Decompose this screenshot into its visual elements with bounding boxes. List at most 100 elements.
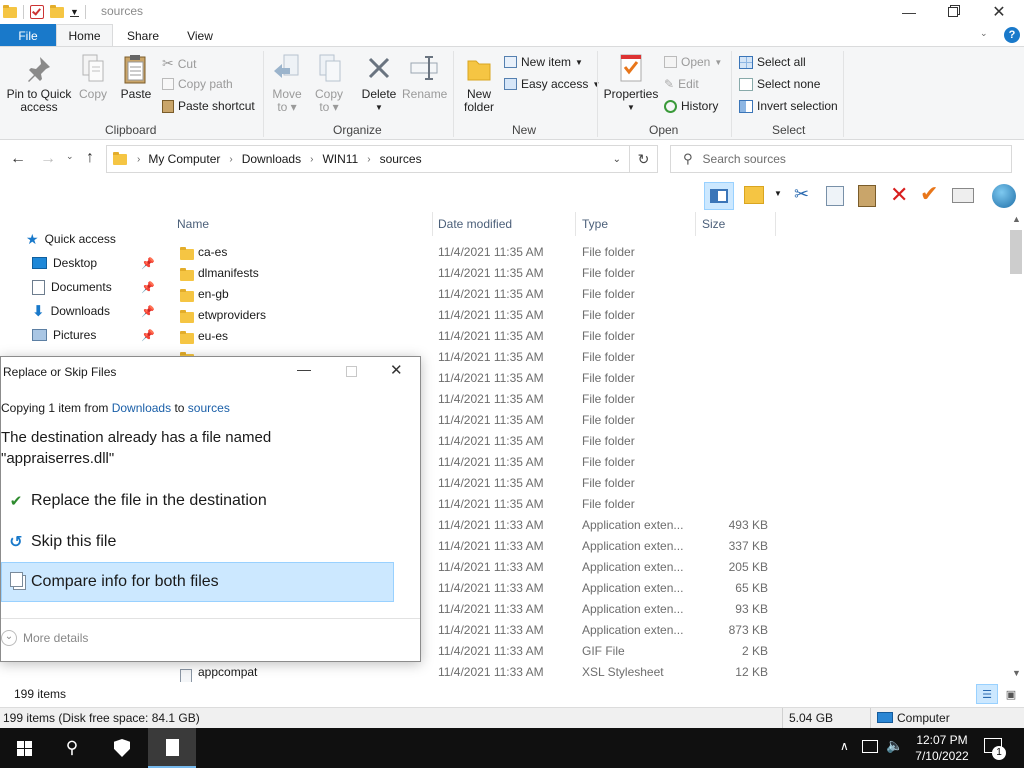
clock[interactable]: 12:07 PM 7/10/2022 <box>910 732 974 764</box>
nav-quick-access[interactable]: ★ Quick access <box>0 228 160 250</box>
table-row[interactable]: en-gb 11/4/2021 11:35 AM File folder <box>160 284 1008 305</box>
tab-file[interactable]: File <box>0 24 56 47</box>
paste-toolbar-icon[interactable] <box>858 185 876 207</box>
pin-icon[interactable]: 📌 <box>141 281 155 294</box>
breadcrumb-my-computer[interactable]: My Computer <box>148 152 220 166</box>
dialog-close-button[interactable]: ✕ <box>390 361 403 379</box>
destination-link[interactable]: sources <box>188 401 230 415</box>
cut-scissors-icon[interactable]: ✂ <box>794 184 809 205</box>
dialog-minimize-button[interactable]: — <box>297 361 311 377</box>
tab-share[interactable]: Share <box>114 24 172 47</box>
recent-locations-icon[interactable]: ⌄ <box>66 151 74 162</box>
nav-item-desktop[interactable]: Desktop 📌 <box>0 252 160 274</box>
checkmark-icon[interactable]: ✔ <box>920 181 938 207</box>
delete-button[interactable]: Delete ▼ <box>358 53 400 114</box>
open-button[interactable]: Open ▼ <box>664 55 722 69</box>
skip-option[interactable]: ↺ Skip this file <box>1 522 394 562</box>
type-cell: Application exten... <box>582 602 684 616</box>
refresh-icon[interactable]: ↻ <box>630 145 658 173</box>
delete-red-x-icon[interactable]: ✕ <box>890 182 908 208</box>
new-item-button[interactable]: New item ▼ <box>504 55 583 69</box>
column-header-type[interactable]: Type <box>576 212 696 236</box>
column-header-name[interactable]: Name <box>171 212 433 236</box>
copy-path-label: Copy path <box>178 77 233 91</box>
table-row[interactable]: appcompat 11/4/2021 11:33 AM XSL Styleshee… <box>160 662 1008 682</box>
forward-arrow-icon[interactable]: → <box>40 150 56 168</box>
nav-item-documents[interactable]: Documents 📌 <box>0 276 160 298</box>
tab-view[interactable]: View <box>172 24 228 47</box>
address-dropdown-icon[interactable]: ⌄ <box>613 154 621 165</box>
volume-icon[interactable]: 🔈 <box>886 737 903 754</box>
paste-label: Paste <box>120 87 152 101</box>
maximize-button[interactable] <box>930 0 976 24</box>
close-button[interactable]: ✕ <box>976 0 1022 24</box>
column-header-date[interactable]: Date modified <box>432 212 576 236</box>
scroll-thumb[interactable] <box>1010 230 1022 274</box>
defender-shield-icon[interactable] <box>98 728 146 768</box>
easy-access-button[interactable]: Easy access▼ <box>504 77 600 91</box>
minimize-button[interactable]: — <box>886 0 932 24</box>
scroll-up-icon[interactable]: ▲ <box>1012 214 1021 224</box>
details-view-button[interactable]: ☰ <box>976 684 998 704</box>
pin-icon[interactable]: 📌 <box>141 305 155 318</box>
properties-check-icon[interactable] <box>30 5 44 19</box>
breadcrumb-win11[interactable]: WIN11 <box>322 152 358 166</box>
pin-icon[interactable]: 📌 <box>141 329 155 342</box>
table-row[interactable]: eu-es 11/4/2021 11:35 AM File folder <box>160 326 1008 347</box>
table-row[interactable]: ca-es 11/4/2021 11:35 AM File folder <box>160 242 1008 263</box>
globe-icon[interactable] <box>992 184 1016 208</box>
large-icons-view-button[interactable]: ▣ <box>1002 685 1020 703</box>
expand-ribbon-icon[interactable]: ⌄ <box>980 28 988 39</box>
source-link[interactable]: Downloads <box>112 401 171 415</box>
breadcrumb-sources[interactable]: sources <box>380 152 422 166</box>
rename-button[interactable]: Rename <box>402 53 447 101</box>
paste-shortcut-button[interactable]: Paste shortcut <box>162 99 255 113</box>
pin-to-quick-access-button[interactable]: Pin to Quick access <box>4 53 74 114</box>
vertical-scrollbar[interactable]: ▲ ▼ <box>1008 212 1024 682</box>
network-icon[interactable] <box>862 740 878 753</box>
cut-button[interactable]: ✂ Cut <box>162 55 196 72</box>
start-button[interactable] <box>0 728 48 768</box>
new-folder-icon[interactable] <box>50 4 64 18</box>
new-folder-button[interactable]: New folder <box>458 53 500 114</box>
copy-path-button[interactable]: Copy path <box>162 77 233 91</box>
table-row[interactable]: etwproviders 11/4/2021 11:35 AM File folde… <box>160 305 1008 326</box>
preview-pane-button[interactable] <box>704 182 734 210</box>
copy-to-button[interactable]: Copy to ▾ <box>310 53 348 114</box>
rename-toolbar-icon[interactable] <box>952 188 974 203</box>
properties-button[interactable]: Properties ▼ <box>602 53 660 114</box>
customize-toolbar-icon[interactable]: ▼ <box>70 7 79 17</box>
nav-item-pictures[interactable]: Pictures 📌 <box>0 324 160 346</box>
paste-button[interactable]: Paste <box>116 53 156 101</box>
search-taskbar-icon[interactable]: ⚲ <box>48 728 96 768</box>
up-arrow-icon[interactable]: ↑ <box>86 149 94 167</box>
pin-icon[interactable]: 📌 <box>141 257 155 270</box>
taskbar-app-notepad[interactable] <box>148 728 196 768</box>
help-icon[interactable]: ? <box>1004 27 1020 43</box>
replace-option[interactable]: ✔ Replace the file in the destination <box>1 481 394 521</box>
select-none-button[interactable]: Select none <box>739 77 820 91</box>
copy-toolbar-icon[interactable] <box>826 186 844 206</box>
edit-button[interactable]: ✎ Edit <box>664 77 699 91</box>
back-arrow-icon[interactable]: ← <box>10 150 26 168</box>
address-box[interactable]: › My Computer › Downloads › WIN11 › sour… <box>106 145 630 173</box>
breadcrumb-downloads[interactable]: Downloads <box>242 152 301 166</box>
scroll-down-icon[interactable]: ▼ <box>1012 668 1021 678</box>
folder-options-icon[interactable] <box>744 186 764 204</box>
more-details-toggle[interactable]: ⌄ More details <box>1 630 88 646</box>
table-row[interactable]: dlmanifests 11/4/2021 11:35 AM File folder <box>160 263 1008 284</box>
select-all-button[interactable]: Select all <box>739 55 806 69</box>
copy-button[interactable]: Copy <box>74 53 112 101</box>
dialog-maximize-button[interactable] <box>346 366 357 377</box>
search-input[interactable]: ⚲ Search sources <box>670 145 1012 173</box>
invert-selection-button[interactable]: Invert selection <box>739 99 838 113</box>
replace-or-skip-dialog: Replace or Skip Files — ✕ Copying 1 item… <box>0 356 421 662</box>
compare-option[interactable]: Compare info for both files <box>1 562 394 602</box>
history-button[interactable]: History <box>664 99 718 113</box>
tab-home[interactable]: Home <box>56 24 113 47</box>
column-header-size[interactable]: Size <box>696 212 776 236</box>
move-to-button[interactable]: Move to ▾ <box>268 53 306 114</box>
show-hidden-icons[interactable]: ∧ <box>840 739 849 753</box>
nav-item-downloads[interactable]: ⬇ Downloads 📌 <box>0 300 160 322</box>
chevron-down-icon[interactable]: ▼ <box>774 189 782 198</box>
